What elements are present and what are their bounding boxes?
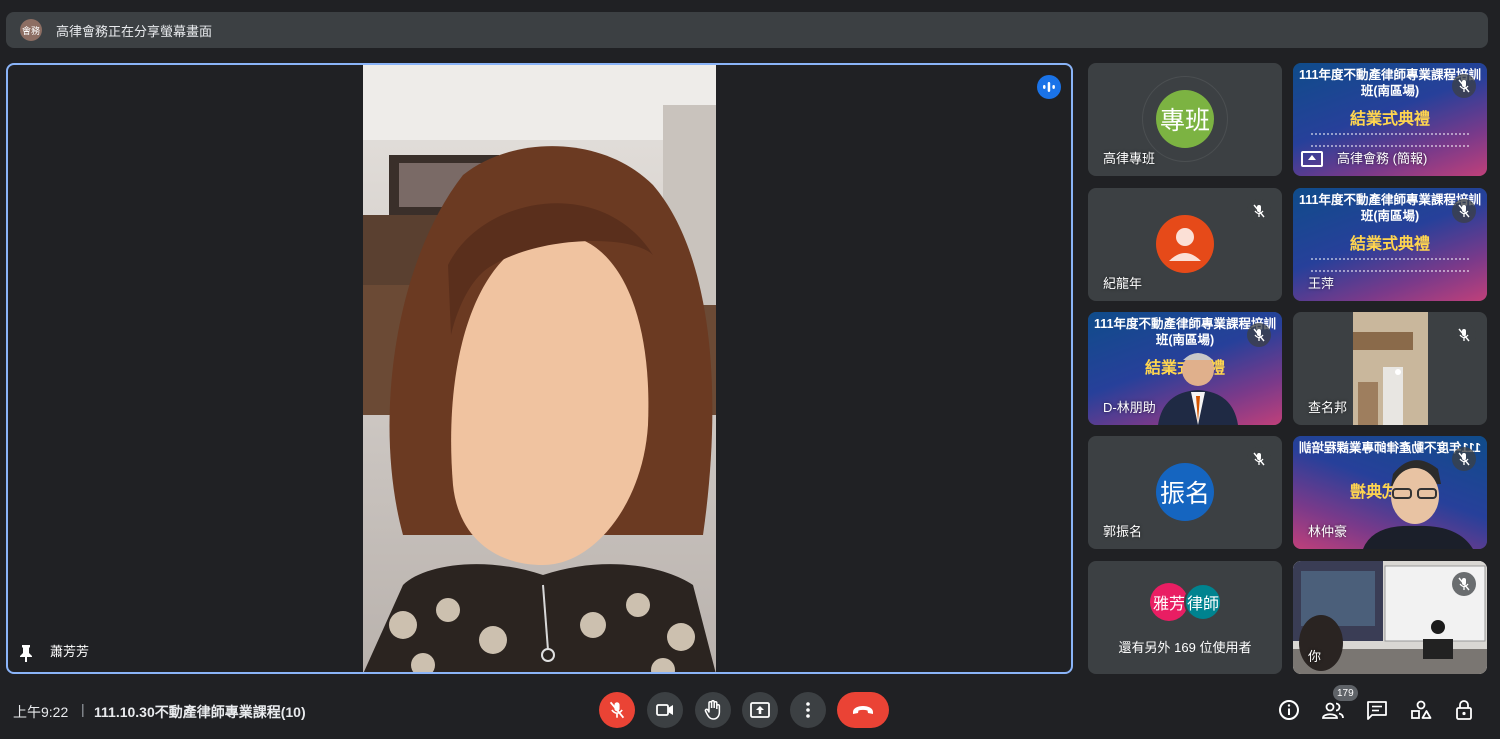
activities-button[interactable]	[1409, 698, 1433, 722]
lock-person-icon	[1456, 700, 1472, 720]
people-icon	[1322, 702, 1344, 719]
mic-off-icon	[1247, 323, 1271, 347]
participant-name: 高律專班	[1103, 151, 1156, 166]
more-participants-label: 還有另外 169 位使用者	[1118, 640, 1252, 655]
camera-icon	[656, 704, 673, 716]
self-tile[interactable]: 你	[1293, 561, 1487, 674]
chat-icon	[1367, 701, 1387, 720]
present-icon	[750, 702, 770, 718]
avatar: 專班	[1156, 90, 1214, 148]
participant-tile[interactable]: 查名邦	[1293, 312, 1487, 425]
mic-off-icon	[1452, 572, 1476, 596]
participant-video	[1353, 312, 1428, 425]
activities-icon	[1411, 700, 1432, 719]
participant-tile[interactable]: 111年度不動產律師專業課程培訓 結業式典禮 林仲豪	[1293, 436, 1487, 549]
avatar: 振名	[1156, 463, 1214, 521]
mic-off-icon	[1452, 74, 1476, 98]
participant-name: 高律會務 (簡報)	[1337, 151, 1428, 166]
mic-off-icon	[609, 701, 625, 719]
camera-toggle-button[interactable]	[647, 692, 683, 728]
main-speaker-tile[interactable]: 蕭芳芳	[6, 63, 1073, 674]
mic-off-icon	[1452, 447, 1476, 471]
presentation-banner: 會務 高律會務正在分享螢幕畫面	[6, 12, 1488, 48]
chat-button[interactable]	[1365, 698, 1389, 722]
participant-name: 林仲豪	[1308, 524, 1348, 539]
mic-toggle-button[interactable]	[599, 692, 635, 728]
info-icon	[1279, 700, 1299, 720]
meeting-title: 111.10.30不動產律師專業課程(10)	[94, 704, 306, 720]
avatar: 雅芳	[1150, 583, 1188, 621]
mic-off-icon	[1247, 199, 1271, 223]
presentation-banner-text: 高律會務正在分享螢幕畫面	[56, 23, 213, 39]
leave-call-button[interactable]	[837, 692, 889, 728]
participant-tile[interactable]: 振名 郭振名	[1088, 436, 1282, 549]
present-screen-button[interactable]	[742, 692, 778, 728]
mic-off-icon	[1452, 323, 1476, 347]
hand-icon	[704, 700, 721, 720]
meeting-controls-bar: 上午9:22 | 111.10.30不動產律師專業課程(10) 179	[0, 680, 1500, 739]
raise-hand-button[interactable]	[695, 692, 731, 728]
people-button[interactable]	[1321, 698, 1345, 722]
avatar: 律師	[1184, 583, 1222, 621]
participant-tile[interactable]: 111年度不動產律師專業課程培訓 班(南區場) 結業式典禮 王萍	[1293, 188, 1487, 301]
participant-name: 你	[1308, 649, 1322, 664]
host-controls-button[interactable]	[1453, 698, 1477, 722]
participant-count-badge: 179	[1333, 685, 1358, 701]
clock: 上午9:22	[13, 704, 69, 720]
participant-name: 紀龍年	[1103, 276, 1143, 291]
speaker-video-frame	[363, 65, 716, 672]
participant-name: 查名邦	[1308, 400, 1348, 415]
pin-icon[interactable]	[18, 644, 34, 662]
more-vert-icon	[806, 702, 810, 718]
hang-up-icon	[853, 706, 873, 714]
mic-off-icon	[1247, 447, 1271, 471]
speaking-indicator-icon	[1037, 75, 1061, 99]
speaker-name: 蕭芳芳	[50, 644, 90, 659]
participant-name: D-林朋助	[1103, 400, 1156, 415]
more-participants-tile[interactable]: 雅芳 律師 還有另外 169 位使用者	[1088, 561, 1282, 674]
more-options-button[interactable]	[790, 692, 826, 728]
person-icon	[1169, 228, 1201, 261]
participant-tile[interactable]: 111年度不動產律師專業課程培訓 班(南區場) 結業式典禮 D-林朋助	[1088, 312, 1282, 425]
meeting-details-button[interactable]	[1277, 698, 1301, 722]
separator: |	[81, 701, 85, 717]
participant-video	[1158, 353, 1238, 425]
avatar	[1156, 215, 1214, 273]
present-screen-icon	[1301, 151, 1323, 167]
participant-tile[interactable]: 紀龍年	[1088, 188, 1282, 301]
speaker-video	[363, 65, 716, 672]
participant-tile[interactable]: 專班 高律專班	[1088, 63, 1282, 176]
participant-tile[interactable]: 111年度不動產律師專業課程培訓 班(南區場) 結業式典禮 高律會務 (簡報)	[1293, 63, 1487, 176]
participant-name: 王萍	[1308, 276, 1335, 291]
presenter-avatar: 會務	[20, 19, 42, 41]
mic-off-icon	[1452, 199, 1476, 223]
participant-name: 郭振名	[1103, 524, 1143, 539]
